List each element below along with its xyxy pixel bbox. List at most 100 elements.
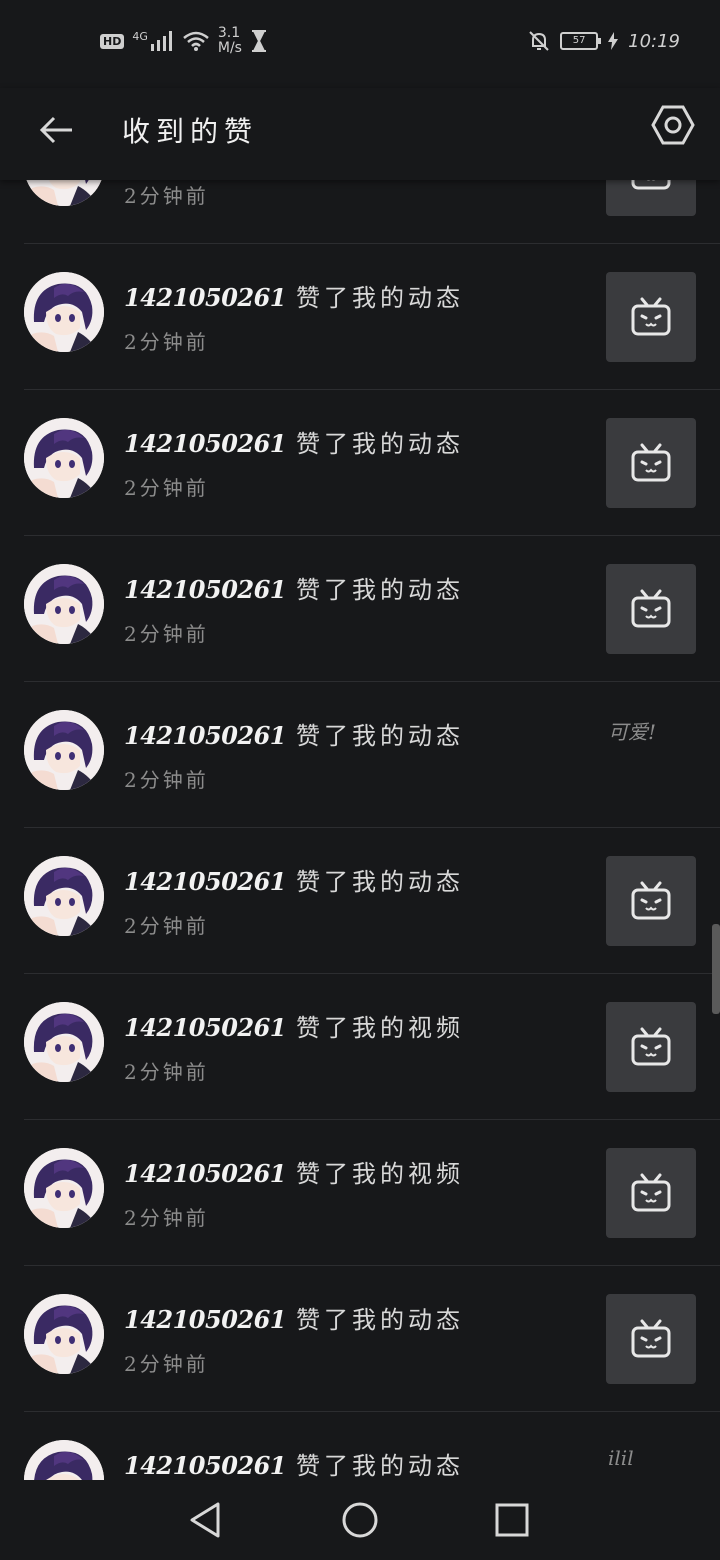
user-id[interactable]: 1421050261: [124, 283, 287, 312]
tv-icon: [631, 881, 671, 920]
like-summary: 1421050261 赞了我的动态: [124, 1300, 464, 1335]
user-id[interactable]: 1421050261: [124, 1305, 287, 1334]
like-summary: 1421050261 赞了我的视频: [124, 1154, 464, 1189]
status-bar: HD 4G 3.1 M/s 57 10:19: [0, 0, 720, 88]
hd-badge: HD: [100, 33, 125, 49]
like-summary: 1421050261 赞了我的视频: [124, 1008, 464, 1043]
user-id[interactable]: 1421050261: [124, 1013, 287, 1042]
avatar[interactable]: [24, 272, 104, 352]
avatar-illustration: [24, 564, 104, 644]
avatar-illustration: [24, 856, 104, 936]
mute-bell-icon: [529, 31, 549, 51]
settings-hexagon-icon[interactable]: [650, 102, 696, 148]
user-id[interactable]: 1421050261: [124, 1451, 287, 1480]
avatar[interactable]: [24, 1148, 104, 1228]
tv-icon: [631, 1173, 671, 1212]
network-type: 4G: [132, 29, 148, 43]
list-item[interactable]: 1421050261 赞了我的视频 2分钟前: [0, 1120, 720, 1266]
avatar[interactable]: [24, 180, 104, 206]
list-item[interactable]: 1421050261 赞了我的动态 2分钟前 可爱!: [0, 682, 720, 828]
post-thumbnail[interactable]: [606, 1148, 696, 1238]
list-item[interactable]: 1421050261 赞了我的动态 2分钟前: [0, 1266, 720, 1412]
status-left: HD 4G 3.1 M/s: [100, 26, 268, 56]
timestamp: 2分钟前: [124, 622, 209, 646]
list-item[interactable]: 2分钟前: [0, 180, 720, 244]
like-action: 赞了我的动态: [296, 722, 464, 750]
like-summary: 1421050261 赞了我的动态: [124, 1446, 464, 1480]
post-text-preview[interactable]: 可爱!: [608, 716, 656, 745]
post-thumbnail[interactable]: [606, 1294, 696, 1384]
nav-home-icon[interactable]: [340, 1500, 380, 1540]
back-arrow-icon[interactable]: [34, 108, 78, 152]
like-summary: 1421050261 赞了我的动态: [124, 716, 464, 751]
avatar-illustration: [24, 1440, 104, 1480]
user-id[interactable]: 1421050261: [124, 429, 287, 458]
avatar[interactable]: [24, 1002, 104, 1082]
likes-list[interactable]: 2分钟前 1421050261 赞了我的动态 2分钟前 1421050261 赞了我的…: [0, 180, 720, 1480]
like-summary: 1421050261 赞了我的动态: [124, 278, 464, 313]
post-thumbnail[interactable]: [606, 1002, 696, 1092]
post-text-preview[interactable]: ilil: [608, 1446, 634, 1470]
like-summary: 1421050261 赞了我的动态: [124, 862, 464, 897]
list-item[interactable]: 1421050261 赞了我的动态 2分钟前: [0, 536, 720, 682]
like-action: 赞了我的动态: [296, 576, 464, 604]
page-title: 收到的赞: [122, 115, 259, 148]
like-action: 赞了我的动态: [296, 1452, 464, 1480]
timestamp: 2分钟前: [124, 1352, 209, 1376]
like-action: 赞了我的视频: [296, 1160, 464, 1188]
user-id[interactable]: 1421050261: [124, 721, 287, 750]
nav-recents-icon[interactable]: [492, 1500, 532, 1540]
list-item[interactable]: 1421050261 赞了我的动态 2分钟前: [0, 390, 720, 536]
tv-icon: [631, 589, 671, 628]
battery-indicator: 57: [560, 32, 602, 50]
user-id[interactable]: 1421050261: [124, 1159, 287, 1188]
post-thumbnail[interactable]: [606, 564, 696, 654]
tv-icon: [631, 1319, 671, 1358]
clock: 10:19: [628, 30, 680, 52]
avatar[interactable]: [24, 418, 104, 498]
like-action: 赞了我的动态: [296, 284, 464, 312]
charging-icon: [608, 32, 619, 50]
nav-back-icon[interactable]: [186, 1500, 226, 1540]
list-item[interactable]: 1421050261 赞了我的视频 2分钟前: [0, 974, 720, 1120]
list-item[interactable]: 1421050261 赞了我的动态 2分钟前: [0, 828, 720, 974]
list-item[interactable]: 1421050261 赞了我的动态 ilil: [0, 1412, 720, 1480]
like-action: 赞了我的动态: [296, 1306, 464, 1334]
timestamp: 2分钟前: [124, 476, 209, 500]
net-speed: 3.1 M/s: [218, 26, 242, 56]
avatar-illustration: [24, 272, 104, 352]
scroll-indicator[interactable]: [712, 924, 720, 1014]
net-speed-value: 3.1: [217, 25, 241, 41]
timestamp: 2分钟前: [124, 1206, 209, 1230]
avatar-illustration: [24, 710, 104, 790]
avatar[interactable]: [24, 710, 104, 790]
timestamp: 2分钟前: [124, 184, 209, 208]
like-summary: 1421050261 赞了我的动态: [124, 424, 464, 459]
timestamp: 2分钟前: [124, 914, 209, 938]
avatar-illustration: [24, 1148, 104, 1228]
avatar-illustration: [24, 1294, 104, 1374]
avatar-illustration: [24, 418, 104, 498]
post-thumbnail[interactable]: [606, 418, 696, 508]
list-item[interactable]: 1421050261 赞了我的动态 2分钟前: [0, 244, 720, 390]
post-thumbnail[interactable]: [606, 856, 696, 946]
avatar[interactable]: [24, 856, 104, 936]
timestamp: 2分钟前: [124, 768, 209, 792]
timestamp: 2分钟前: [124, 330, 209, 354]
avatar[interactable]: [24, 1440, 104, 1480]
avatar[interactable]: [24, 1294, 104, 1374]
signal-icon: [150, 31, 172, 51]
post-thumbnail[interactable]: [606, 180, 696, 216]
net-speed-unit: M/s: [217, 40, 242, 56]
timestamp: 2分钟前: [124, 1060, 209, 1084]
like-action: 赞了我的动态: [296, 430, 464, 458]
tv-icon: [631, 180, 671, 190]
like-summary: 1421050261 赞了我的动态: [124, 570, 464, 605]
tv-icon: [631, 443, 671, 482]
like-action: 赞了我的动态: [296, 868, 464, 896]
user-id[interactable]: 1421050261: [124, 867, 287, 896]
avatar[interactable]: [24, 564, 104, 644]
hourglass-icon: [251, 30, 266, 52]
user-id[interactable]: 1421050261: [124, 575, 287, 604]
post-thumbnail[interactable]: [606, 272, 696, 362]
